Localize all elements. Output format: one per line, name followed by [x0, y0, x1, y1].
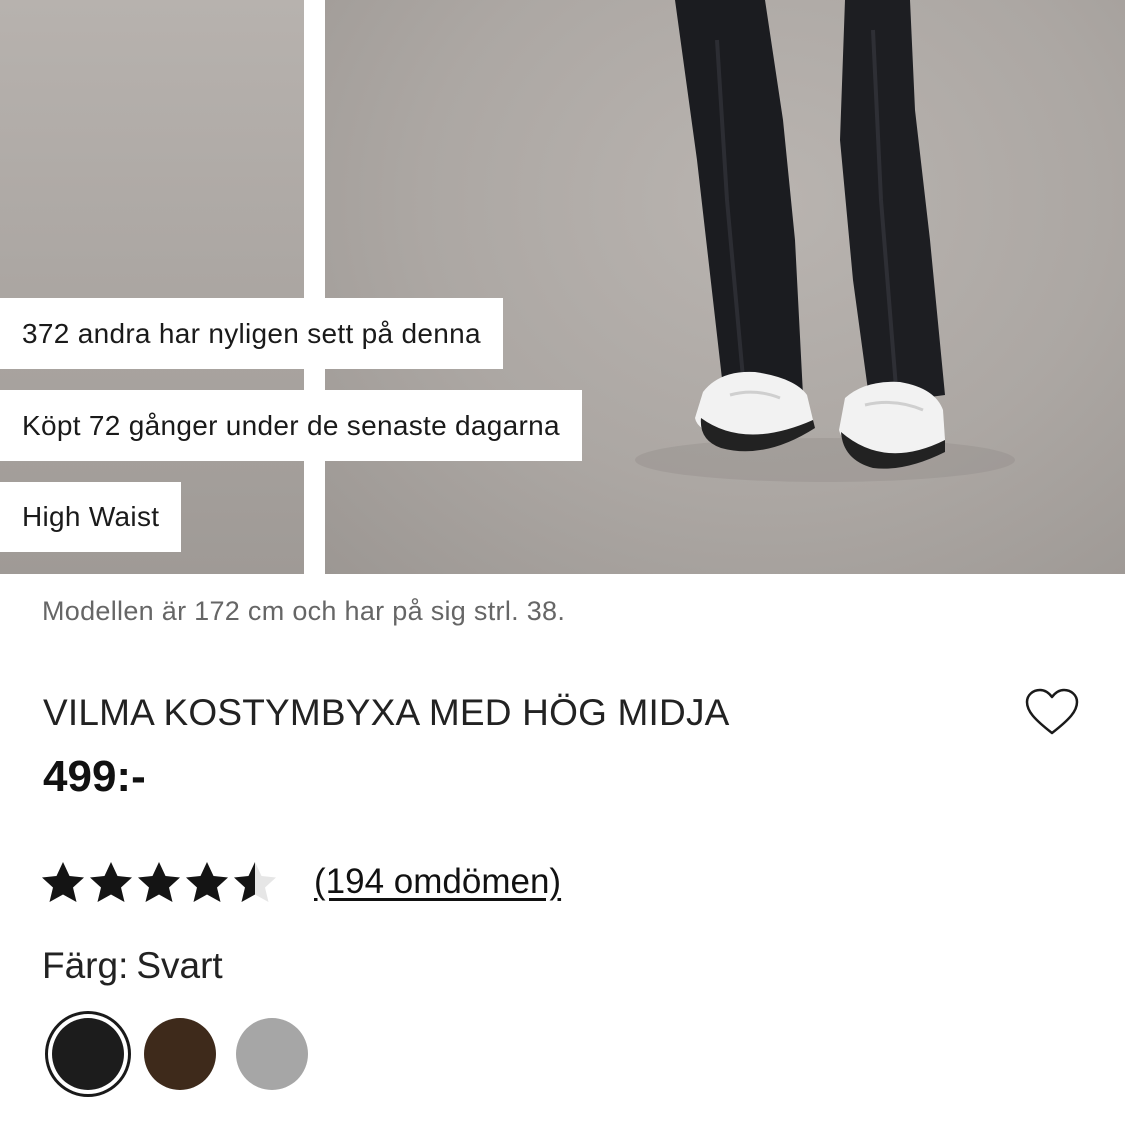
product-title: VILMA KOSTYMBYXA MED HÖG MIDJA: [43, 692, 730, 733]
color-swatch-fill: [52, 1018, 124, 1090]
star-full-icon: [138, 862, 180, 902]
selected-color-name: Svart: [136, 945, 223, 986]
product-image-gallery[interactable]: 372 andra har nyligen sett på denna Köpt…: [0, 0, 1125, 574]
color-swatch[interactable]: [137, 1011, 223, 1097]
heart-outline-icon: [1025, 688, 1079, 735]
color-label: Färg: Svart: [42, 945, 223, 987]
star-full-icon: [90, 862, 132, 902]
purchase-count-badge: Köpt 72 gånger under de senaste dagarna: [0, 390, 582, 461]
color-label-text: Färg:: [42, 945, 129, 986]
model-size-note: Modellen är 172 cm och har på sig strl. …: [42, 596, 566, 626]
model-legs-illustration: [635, 0, 1015, 482]
rating-row[interactable]: (194 omdömen): [40, 860, 561, 904]
wishlist-button[interactable]: [1022, 686, 1082, 738]
color-swatch[interactable]: [45, 1011, 131, 1097]
star-half-icon: [234, 862, 276, 902]
color-swatch-fill: [236, 1018, 308, 1090]
recently-viewed-badge: 372 andra har nyligen sett på denna: [0, 298, 503, 369]
product-image-main[interactable]: [325, 0, 1125, 574]
star-full-icon: [186, 862, 228, 902]
product-price: 499:-: [43, 752, 146, 801]
color-swatch[interactable]: [229, 1011, 315, 1097]
reviews-link[interactable]: (194 omdömen): [314, 862, 561, 902]
color-swatch-fill: [144, 1018, 216, 1090]
color-swatches: [45, 1011, 321, 1097]
rating-stars: [40, 860, 278, 904]
star-full-icon: [42, 862, 84, 902]
fit-badge: High Waist: [0, 482, 182, 552]
